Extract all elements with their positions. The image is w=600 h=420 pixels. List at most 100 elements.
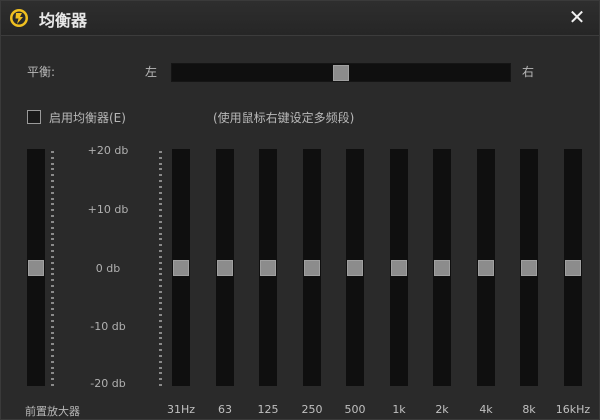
scale-tick xyxy=(51,291,54,293)
scale-tick xyxy=(51,297,54,299)
scale-tick xyxy=(159,227,162,229)
band-slider-1k[interactable] xyxy=(390,149,408,386)
band-slider-thumb[interactable] xyxy=(217,260,233,276)
scale-tick xyxy=(51,285,54,287)
equalizer-window: 均衡器 ✕ 平衡: 左 右 启用均衡器(E) (使用鼠标右键设定多频段) 前置放… xyxy=(0,0,600,420)
band-label: 16kHz xyxy=(555,403,591,416)
scale-label-plus10: +10 db xyxy=(87,203,129,216)
scale-tick xyxy=(51,308,54,310)
scale-tick xyxy=(159,157,162,159)
app-logo-icon xyxy=(10,9,28,27)
scale-tick xyxy=(159,361,162,363)
scale-tick xyxy=(51,355,54,357)
scale-tick xyxy=(51,233,54,235)
multi-band-hint: (使用鼠标右键设定多频段) xyxy=(213,111,355,125)
scale-tick xyxy=(159,372,162,374)
scale-tick xyxy=(51,273,54,275)
scale-tick xyxy=(159,262,162,264)
scale-tick xyxy=(51,361,54,363)
scale-tick xyxy=(51,151,54,153)
scale-tick xyxy=(51,250,54,252)
band-slider-4k[interactable] xyxy=(477,149,495,386)
enable-equalizer-label[interactable]: 启用均衡器(E) xyxy=(49,109,126,126)
preamp-slider-thumb[interactable] xyxy=(28,260,44,276)
scale-tick xyxy=(51,262,54,264)
band-label: 1k xyxy=(392,403,406,416)
scale-tick xyxy=(159,168,162,170)
balance-left-label: 左 xyxy=(145,65,158,79)
scale-tick xyxy=(159,163,162,165)
title-bar[interactable]: 均衡器 ✕ xyxy=(1,1,599,36)
scale-label-plus20: +20 db xyxy=(87,144,129,157)
band-slider-thumb[interactable] xyxy=(391,260,407,276)
balance-slider[interactable] xyxy=(171,63,511,82)
balance-label: 平衡: xyxy=(27,65,56,79)
scale-tick xyxy=(159,355,162,357)
band-slider-500[interactable] xyxy=(346,149,364,386)
scale-tick xyxy=(159,314,162,316)
band-label: 63 xyxy=(218,403,232,416)
band-slider-thumb[interactable] xyxy=(565,260,581,276)
band-slider-125[interactable] xyxy=(259,149,277,386)
band-slider-63[interactable] xyxy=(216,149,234,386)
band-label: 8k xyxy=(522,403,536,416)
preamp-label: 前置放大器 xyxy=(25,405,80,418)
scale-tick xyxy=(159,367,162,369)
scale-tick xyxy=(51,203,54,205)
band-slider-2k[interactable] xyxy=(433,149,451,386)
band-slider-250[interactable] xyxy=(303,149,321,386)
balance-slider-thumb[interactable] xyxy=(333,65,349,81)
band-label: 250 xyxy=(301,403,323,416)
scale-tick xyxy=(51,279,54,281)
scale-tick xyxy=(51,384,54,386)
scale-tick xyxy=(51,163,54,165)
scale-tick xyxy=(51,302,54,304)
scale-tick xyxy=(51,314,54,316)
scale-tick xyxy=(51,180,54,182)
scale-tick xyxy=(51,337,54,339)
band-slider-thumb[interactable] xyxy=(260,260,276,276)
scale-label-zero: 0 db xyxy=(95,262,121,275)
band-slider-thumb[interactable] xyxy=(173,260,189,276)
scale-tick xyxy=(51,192,54,194)
scale-tick xyxy=(51,343,54,345)
scale-tick xyxy=(159,308,162,310)
scale-tick xyxy=(159,151,162,153)
band-slider-8k[interactable] xyxy=(520,149,538,386)
band-slider-thumb[interactable] xyxy=(521,260,537,276)
band-slider-thumb[interactable] xyxy=(347,260,363,276)
band-slider-thumb[interactable] xyxy=(304,260,320,276)
scale-tick xyxy=(159,209,162,211)
scale-tick xyxy=(51,268,54,270)
band-slider-31hz[interactable] xyxy=(172,149,190,386)
scale-tick xyxy=(159,297,162,299)
scale-ticks-right xyxy=(159,151,163,386)
band-slider-16khz[interactable] xyxy=(564,149,582,386)
band-label: 4k xyxy=(479,403,493,416)
window-title: 均衡器 xyxy=(39,11,88,30)
scale-tick xyxy=(159,384,162,386)
scale-tick xyxy=(51,349,54,351)
preamp-slider[interactable] xyxy=(27,149,45,386)
scale-ticks-left xyxy=(51,151,55,386)
scale-tick xyxy=(159,238,162,240)
scale-tick xyxy=(51,221,54,223)
scale-tick xyxy=(51,332,54,334)
scale-tick xyxy=(51,244,54,246)
scale-tick xyxy=(51,320,54,322)
band-slider-thumb[interactable] xyxy=(478,260,494,276)
scale-tick xyxy=(159,378,162,380)
scale-tick xyxy=(159,221,162,223)
scale-tick xyxy=(159,244,162,246)
scale-tick xyxy=(51,238,54,240)
band-slider-thumb[interactable] xyxy=(434,260,450,276)
scale-tick xyxy=(159,349,162,351)
scale-tick xyxy=(159,326,162,328)
close-button[interactable]: ✕ xyxy=(565,5,589,29)
scale-label-minus20: -20 db xyxy=(90,377,126,390)
scale-tick xyxy=(159,279,162,281)
scale-tick xyxy=(159,273,162,275)
scale-tick xyxy=(51,372,54,374)
enable-equalizer-checkbox[interactable] xyxy=(27,110,41,124)
scale-tick xyxy=(51,174,54,176)
